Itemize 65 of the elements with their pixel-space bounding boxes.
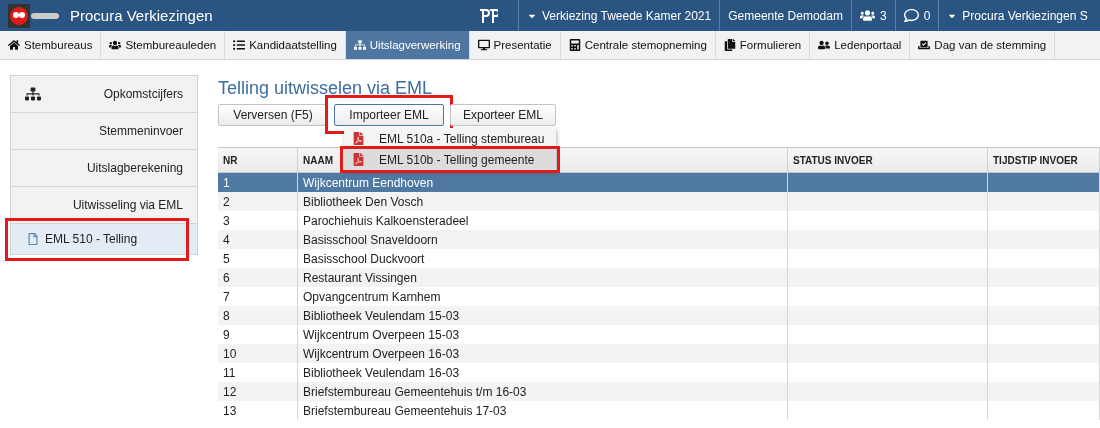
sidebar-label: Opkomstcijfers (103, 87, 183, 101)
monitor-icon (477, 39, 490, 51)
menu-tab[interactable]: Stembureauleden (101, 31, 226, 59)
ballot-box-icon (918, 39, 931, 51)
documents-icon (723, 39, 736, 51)
toolbar-button[interactable]: Importeer EML (334, 104, 444, 126)
sidebar-subitem[interactable]: EML 510 - Telling (11, 224, 197, 255)
table-cell: 2 (218, 192, 298, 211)
header-label: Procura Verkiezingen S (962, 8, 1088, 23)
hierarchy-icon (25, 86, 41, 102)
file-icon (27, 233, 39, 245)
home-icon (8, 39, 20, 51)
message-count: 0 (923, 8, 931, 23)
hierarchy-icon (353, 39, 366, 51)
toolbar-button[interactable]: Exporteer EML (450, 104, 557, 126)
header-label: Verkiezing Tweede Kamer 2021 (542, 8, 712, 23)
sidebar-item[interactable]: Stemmeninvoer (11, 113, 197, 150)
dropdown-item[interactable]: EML 510b - Telling gemeente (344, 149, 556, 170)
table-cell: 12 (218, 382, 298, 401)
table-cell: Briefstembureau Gemeentehuis t/m 16-03 (298, 382, 788, 401)
table-cell: Restaurant Vissingen (298, 268, 788, 287)
menu-tab[interactable]: Uitslagverwerking (345, 31, 470, 59)
user-count: 3 (879, 8, 887, 23)
chat-icon (903, 8, 919, 23)
sidebar-label: EML 510 - Telling (45, 232, 138, 246)
menu-tab[interactable]: Presentatie (469, 31, 561, 59)
list-icon (233, 39, 246, 51)
table-cell: Bibliotheek Veulendam 15-03 (298, 306, 788, 325)
menu-tab[interactable]: Stembureaus (0, 31, 102, 59)
page-title: Telling uitwisselen via EML (218, 78, 434, 100)
menu-tab[interactable]: Centrale stemopneming (560, 31, 716, 59)
dropdown-label: EML 510b - Telling gemeente (379, 152, 535, 167)
file-icon (352, 153, 365, 166)
dropdown-label: EML 510a - Telling stembureau (379, 131, 545, 146)
menu-tab[interactable]: Kandidaatstelling (225, 31, 346, 59)
sidebar-item[interactable]: Opkomstcijfers (11, 76, 197, 113)
table-cell: 1 (218, 173, 298, 192)
calculator-icon (568, 39, 581, 51)
sidebar-label: Stemmeninvoer (98, 124, 183, 138)
people-icon (109, 39, 122, 51)
table-cell: Wijkcentrum Overpeen 16-03 (298, 344, 788, 363)
table-cell: 8 (218, 306, 298, 325)
logo-icon (8, 3, 60, 28)
people-icon (818, 39, 831, 51)
table-cell: Bibliotheek Den Vosch (298, 192, 788, 211)
column-header[interactable]: STATUS INVOER (788, 148, 988, 173)
table-cell: 6 (218, 268, 298, 287)
menu-tab[interactable]: Ledenportaal (810, 31, 911, 59)
file-icon (352, 132, 365, 145)
table-cell: Basisschool Snaveldoorn (298, 230, 788, 249)
menu-tab[interactable]: Formulieren (715, 31, 811, 59)
table-cell: Wijkcentrum Eendhoven (298, 173, 788, 192)
sidebar-label: Uitslagberekening (86, 161, 183, 175)
sidebar-label: Uitwisseling via EML (72, 198, 183, 212)
sidebar-item[interactable]: Uitwisseling via EML (11, 187, 197, 224)
column-header[interactable]: TIJDSTIP INVOER (988, 148, 1100, 173)
users-icon (859, 8, 875, 23)
menu-tab[interactable]: Dag van de stemming (910, 31, 1056, 59)
app-title: Procura Verkiezingen (70, 7, 213, 24)
table-cell: 10 (218, 344, 298, 363)
column-header[interactable]: NR (218, 148, 298, 173)
table-cell: 4 (218, 230, 298, 249)
qp-logo-icon (478, 7, 498, 24)
toolbar-button[interactable]: Verversen (F5) (218, 104, 328, 126)
sidebar-item[interactable]: Uitslagberekening (11, 150, 197, 187)
